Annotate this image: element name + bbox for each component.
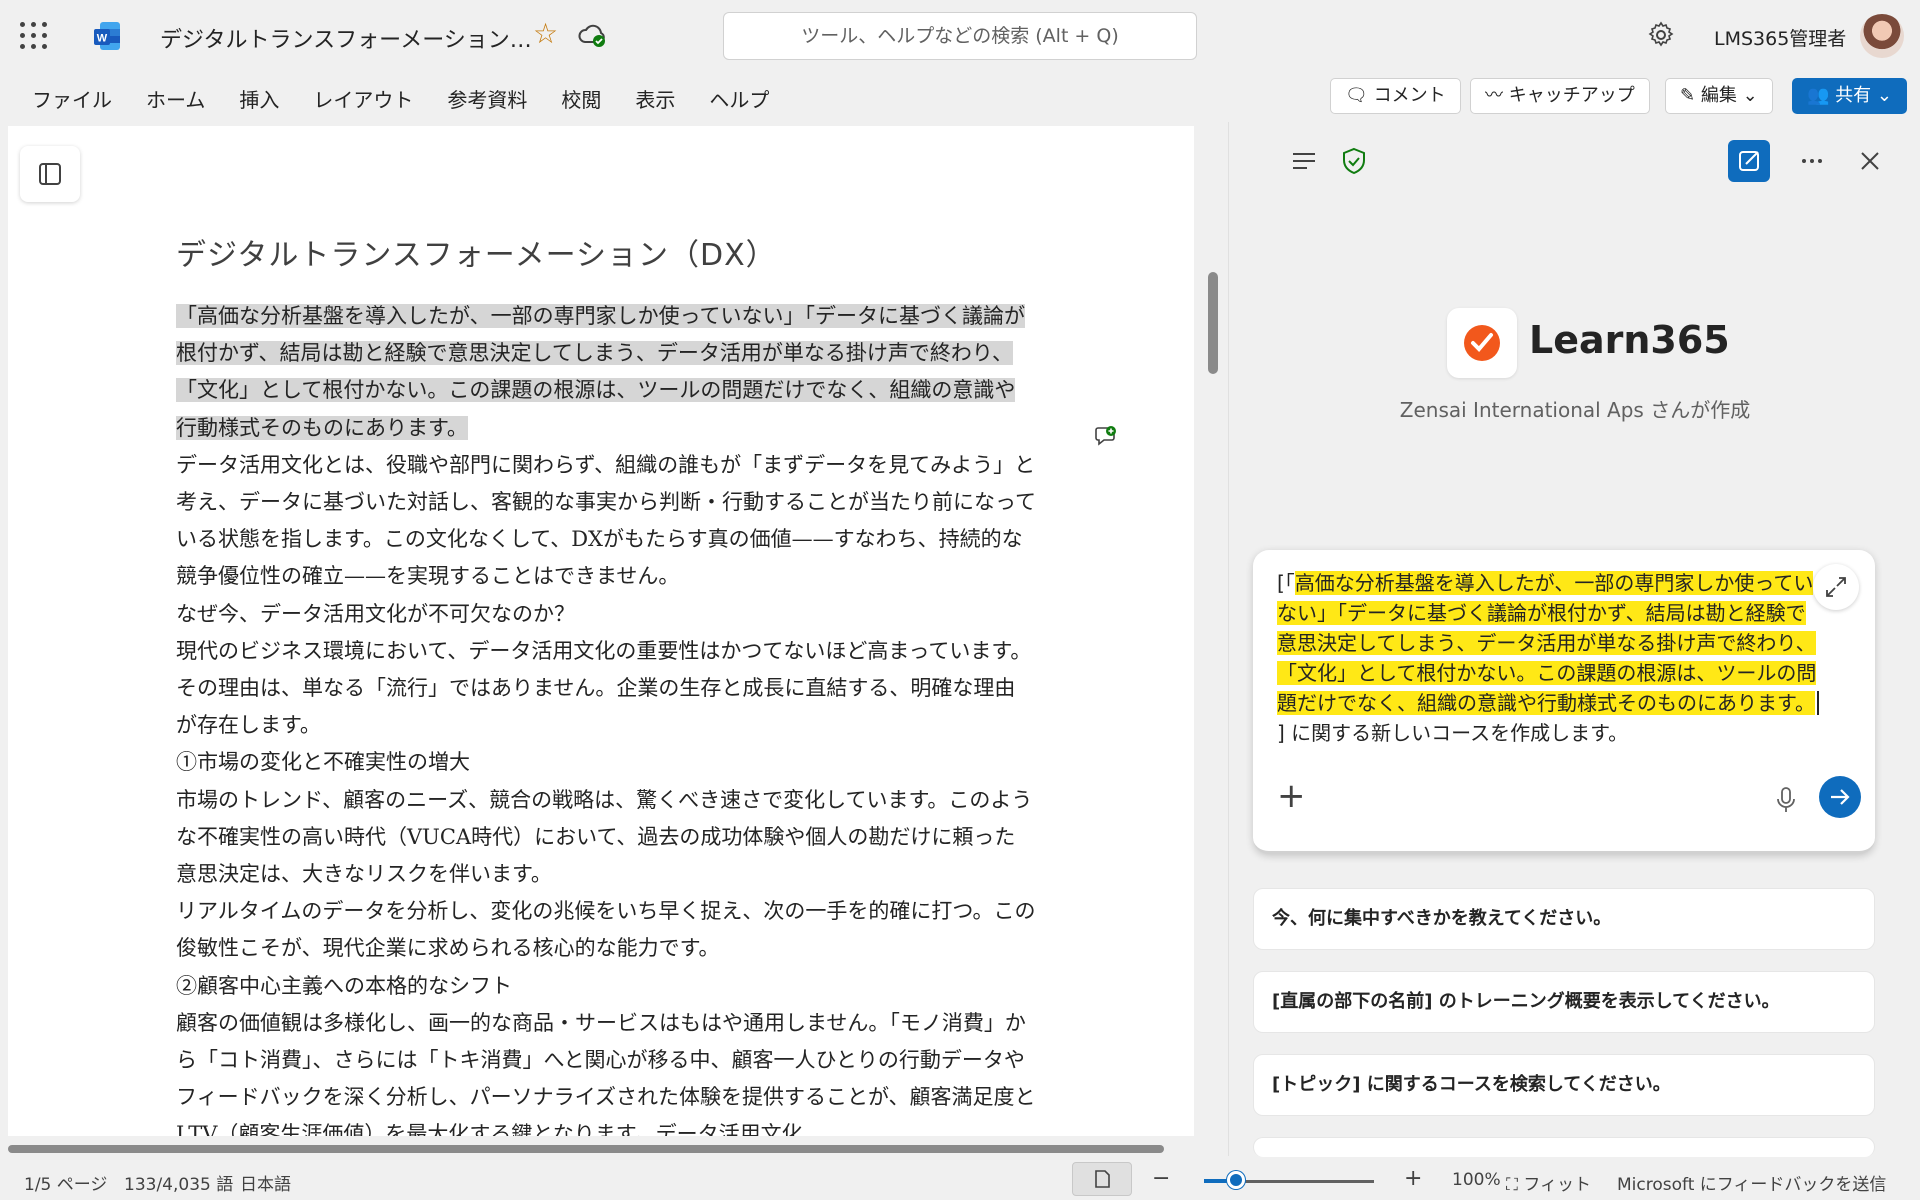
- document-page[interactable]: デジタルトランスフォーメーション（DX） 「高価な分析基盤を導入したが、一部の専…: [8, 126, 1194, 1136]
- expand-icon[interactable]: [1813, 564, 1859, 610]
- suggestion-prompt[interactable]: [トピック] に関するコースを検索してください。: [1253, 1054, 1875, 1116]
- close-icon[interactable]: [1855, 146, 1885, 176]
- tab-insert[interactable]: 挿入: [239, 84, 279, 113]
- paragraph: データ活用文化とは、役職や部門に関わらず、組織の誰もが「まずデータを見てみよう」…: [176, 452, 1036, 589]
- fit-button[interactable]: ⛶ フィット: [1506, 1170, 1591, 1195]
- horizontal-scrollbar[interactable]: [8, 1145, 1164, 1153]
- edit-mode-button[interactable]: ✎ 編集 ⌄: [1665, 78, 1773, 114]
- paragraph: なぜ今、データ活用文化が不可欠なのか？: [176, 601, 575, 626]
- fit-icon: ⛶: [1506, 1175, 1518, 1195]
- tab-view[interactable]: 表示: [635, 84, 675, 113]
- ribbon: ファイル ホーム 挿入 レイアウト 参考資料 校閲 表示 ヘルプ 🗨 コメント …: [0, 70, 1920, 122]
- ribbon-tabs: ファイル ホーム 挿入 レイアウト 参考資料 校閲 表示 ヘルプ: [32, 84, 803, 113]
- navigation-pane-toggle-icon[interactable]: [20, 146, 80, 202]
- tab-review[interactable]: 校閲: [561, 84, 601, 113]
- status-bar: 1/5 ページ 133/4,035 語 日本語 − + 100% ⛶ フィット …: [0, 1158, 1920, 1200]
- zoom-slider-thumb[interactable]: [1227, 1171, 1246, 1189]
- svg-text:W: W: [97, 33, 108, 45]
- share-button[interactable]: 👥 共有 ⌄: [1792, 78, 1907, 114]
- paragraph: 現代のビジネス環境において、データ活用文化の重要性はかつてないほど高まっています…: [176, 638, 1032, 738]
- paragraph: ②顧客中心主義への本格的なシフト: [176, 973, 512, 998]
- comment-icon: 🗨: [1345, 85, 1368, 106]
- prompt-input[interactable]: [「高価な分析基盤を導入したが、一部の専門家しか使っていない」「データに基づく議…: [1253, 550, 1875, 854]
- cloud-saved-icon[interactable]: [578, 22, 608, 50]
- brand-subtitle: Zensai International Aps さんが作成: [1399, 398, 1751, 422]
- new-chat-button[interactable]: [1728, 140, 1770, 182]
- feedback-link[interactable]: Microsoft にフィードバックを送信: [1617, 1170, 1886, 1195]
- microphone-icon[interactable]: [1775, 786, 1797, 814]
- tab-help[interactable]: ヘルプ: [709, 84, 769, 113]
- text-cursor: [1817, 691, 1819, 715]
- comment-button[interactable]: 🗨 コメント: [1330, 78, 1461, 114]
- selected-paragraph: 「高価な分析基盤を導入したが、一部の専門家しか使っていない」「データに基づく議論…: [176, 304, 1026, 440]
- add-attachment-icon[interactable]: +: [1277, 779, 1306, 813]
- chevron-down-icon: ⌄: [1876, 85, 1892, 106]
- paragraph: 顧客の価値観は多様化し、画一的な商品・サービスはもはや通用しません。「モノ消費」…: [176, 1010, 1036, 1136]
- settings-gear-icon[interactable]: [1646, 20, 1676, 50]
- menu-lines-icon[interactable]: [1289, 146, 1319, 176]
- chevron-down-icon: ⌄: [1742, 85, 1758, 106]
- tab-home[interactable]: ホーム: [146, 84, 205, 113]
- zoom-in-button[interactable]: +: [1404, 1166, 1422, 1191]
- zoom-out-button[interactable]: −: [1152, 1166, 1170, 1191]
- people-icon: 👥: [1807, 85, 1830, 106]
- avatar[interactable]: [1860, 14, 1904, 58]
- word-logo-icon: W: [94, 22, 120, 50]
- tab-references[interactable]: 参考資料: [447, 84, 527, 113]
- prompt-text[interactable]: [「高価な分析基盤を導入したが、一部の専門家しか使っていない」「データに基づく議…: [1277, 568, 1819, 748]
- add-comment-icon[interactable]: [1094, 424, 1118, 448]
- learn365-logo-icon: [1447, 308, 1517, 378]
- print-layout-view-button[interactable]: [1072, 1162, 1132, 1196]
- tab-layout[interactable]: レイアウト: [313, 84, 413, 113]
- tab-file[interactable]: ファイル: [32, 84, 112, 113]
- language[interactable]: 日本語: [240, 1170, 291, 1195]
- vertical-scrollbar[interactable]: [1208, 272, 1218, 374]
- brand-name: Learn365: [1529, 318, 1730, 362]
- page-icon: [1095, 1170, 1110, 1188]
- zoom-level[interactable]: 100%: [1452, 1170, 1501, 1190]
- search-input[interactable]: ツール、ヘルプなどの検索 (Alt + Q): [723, 12, 1197, 60]
- document-body[interactable]: デジタルトランスフォーメーション（DX） 「高価な分析基盤を導入したが、一部の専…: [176, 234, 1036, 1136]
- paragraph: ①市場の変化と不確実性の増大: [176, 750, 470, 775]
- learn365-pane: Learn365 Zensai International Aps さんが作成 …: [1228, 122, 1920, 1157]
- catchup-button[interactable]: 〰 キャッチアップ: [1470, 78, 1650, 114]
- title-bar: W デジタルトランスフォーメーション… ☆ ツール、ヘルプなどの検索 (Alt …: [0, 0, 1920, 70]
- suggestion-prompt[interactable]: [直属の部下の名前] のトレーニング概要を表示してください。: [1253, 971, 1875, 1033]
- more-options-icon[interactable]: [1797, 146, 1827, 176]
- document-heading: デジタルトランスフォーメーション（DX）: [176, 238, 777, 273]
- document-canvas: デジタルトランスフォーメーション（DX） 「高価な分析基盤を導入したが、一部の専…: [0, 122, 1218, 1136]
- document-title[interactable]: デジタルトランスフォーメーション…: [160, 22, 532, 54]
- user-name[interactable]: LMS365管理者: [1714, 24, 1846, 51]
- pencil-icon: ✎: [1680, 85, 1696, 106]
- send-arrow-icon[interactable]: [1819, 776, 1861, 818]
- favorite-star-icon[interactable]: ☆: [533, 20, 558, 48]
- suggestion-prompt[interactable]: 今、何に集中すべきかを教えてください。: [1253, 888, 1875, 950]
- paragraph: リアルタイムのデータを分析し、変化の兆候をいち早く捉え、次の一手を的確に打つ。こ…: [176, 899, 1036, 961]
- paragraph: 市場のトレンド、顧客のニーズ、競合の戦略は、驚くべき速さで変化しています。このよ…: [176, 787, 1033, 887]
- page-count[interactable]: 1/5 ページ: [24, 1170, 107, 1195]
- word-count[interactable]: 133/4,035 語: [124, 1170, 233, 1195]
- app-launcher-icon[interactable]: [20, 22, 48, 50]
- pulse-icon: 〰: [1485, 85, 1503, 106]
- prompt-highlight: 高価な分析基盤を導入したが、一部の専門家しか使っていない」「データに基づく議論が…: [1277, 571, 1817, 715]
- suggestion-prompt-partial[interactable]: [1253, 1137, 1875, 1157]
- shield-check-icon[interactable]: [1339, 146, 1369, 176]
